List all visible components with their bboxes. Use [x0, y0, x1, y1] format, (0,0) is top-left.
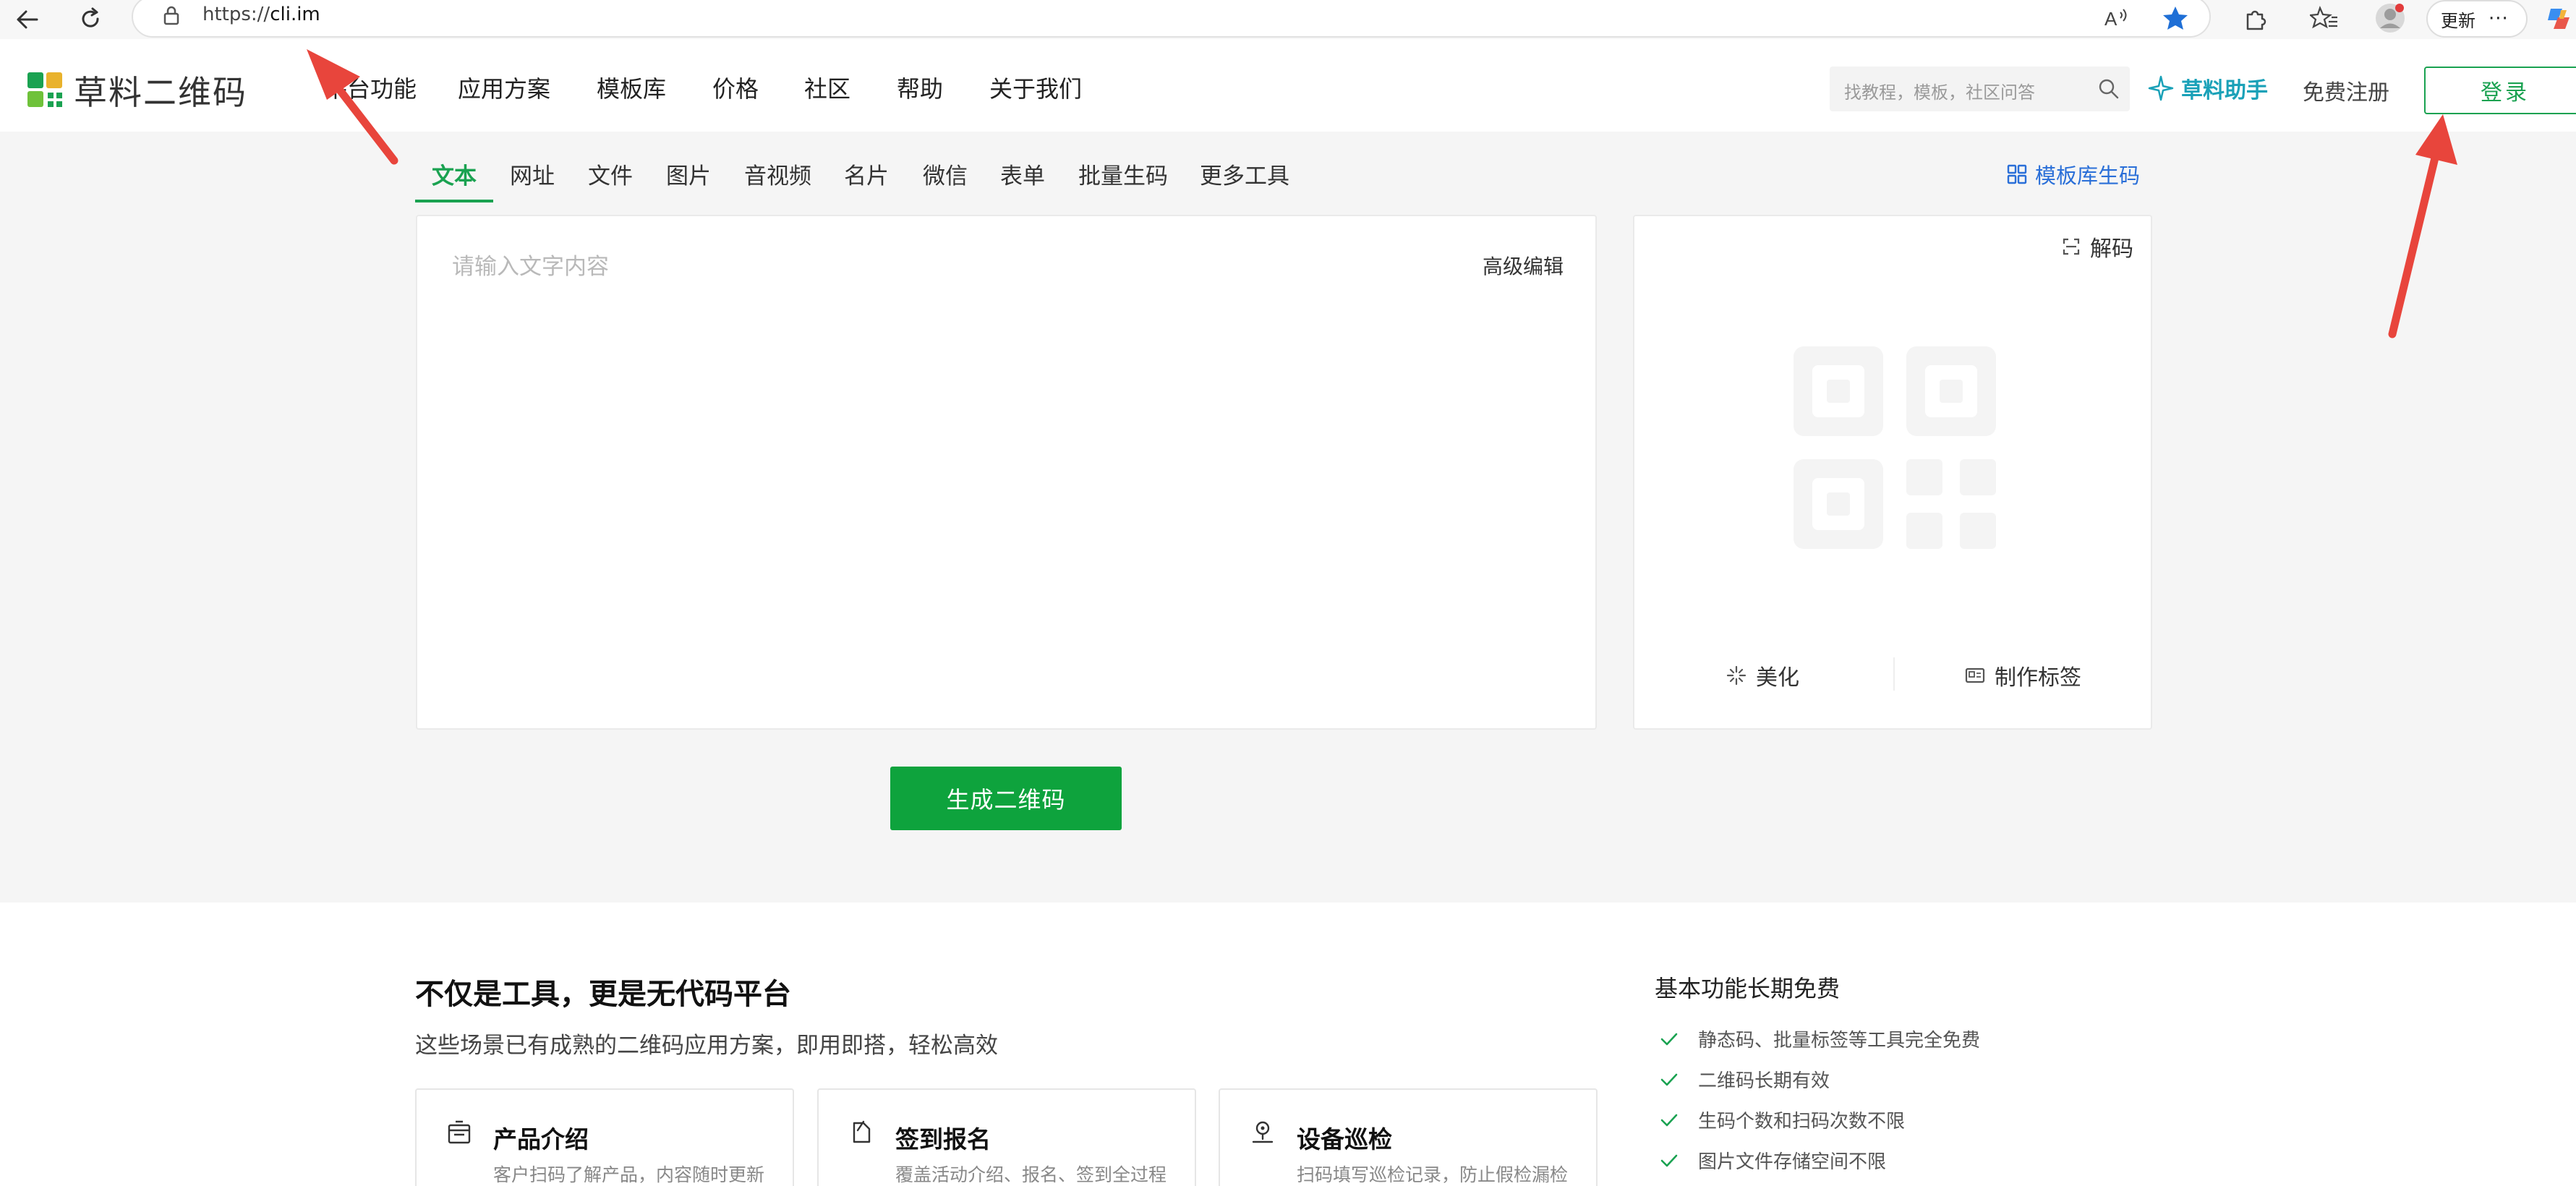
card-description: 客户扫码了解产品，内容随时更新 — [493, 1164, 765, 1185]
nav-platform-features[interactable]: 平台功能 — [324, 71, 417, 104]
tab-more-tools[interactable]: 更多工具 — [1200, 158, 1289, 190]
logo-grid-icon — [27, 72, 62, 107]
tab-url[interactable]: 网址 — [510, 158, 555, 190]
check-icon — [1660, 1033, 1678, 1045]
svg-text:A: A — [2104, 8, 2117, 30]
template-generate-link[interactable]: 模板库生码 — [2006, 159, 2140, 189]
action-divider — [1893, 657, 1895, 691]
refresh-icon[interactable] — [74, 4, 107, 33]
product-box-icon — [448, 1120, 471, 1144]
copilot-icon[interactable] — [2542, 1, 2576, 36]
card-title: 签到报名 — [895, 1125, 991, 1153]
register-link[interactable]: 免费注册 — [2303, 74, 2389, 106]
nav-pricing[interactable]: 价格 — [712, 71, 759, 104]
update-label: 更新 — [2441, 10, 2475, 31]
card-description: 扫码填写巡检记录，防止假检漏检 — [1297, 1164, 1569, 1185]
free-feature-item: 生码个数和扫码次数不限 — [1660, 1106, 1905, 1133]
assistant-spark-icon — [2148, 75, 2174, 101]
tab-audio-video[interactable]: 音视频 — [744, 158, 811, 190]
address-bar[interactable]: https://cli.im — [132, 0, 2211, 38]
lock-icon[interactable] — [162, 4, 181, 26]
search-icon[interactable] — [2098, 78, 2120, 100]
template-generate-label: 模板库生码 — [2035, 163, 2141, 188]
assistant-label: 草料助手 — [2181, 78, 2268, 103]
promo-title: 不仅是工具，更是无代码平台 — [415, 978, 791, 1011]
check-icon — [1660, 1114, 1678, 1126]
decode-button[interactable]: 解码 — [2061, 231, 2133, 263]
card-title: 产品介绍 — [493, 1125, 589, 1153]
tab-wechat[interactable]: 微信 — [923, 158, 968, 190]
editor-placeholder: 请输入文字内容 — [452, 254, 609, 280]
solution-card-product-intro[interactable]: 产品介绍 客户扫码了解产品，内容随时更新 — [415, 1088, 794, 1186]
document-edit-icon — [853, 1120, 871, 1143]
site-logo[interactable]: 草料二维码 — [26, 67, 247, 114]
site-search-input[interactable]: 找教程，模板，社区问答 — [1830, 67, 2130, 111]
card-title: 设备巡检 — [1297, 1125, 1392, 1153]
sparkle-icon — [1726, 665, 1747, 686]
search-placeholder: 找教程，模板，社区问答 — [1844, 82, 2035, 103]
promo-subtitle: 这些场景已有成熟的二维码应用方案，即用即搭，轻松高效 — [415, 1033, 998, 1059]
free-feature-text: 静态码、批量标签等工具完全免费 — [1698, 1030, 1981, 1051]
logo-text: 草料二维码 — [74, 73, 247, 112]
read-aloud-icon[interactable]: A — [2102, 4, 2133, 33]
tab-file[interactable]: 文件 — [588, 158, 633, 190]
label-tag-icon — [1965, 667, 1985, 683]
beautify-button[interactable]: 美化 — [1726, 660, 1799, 691]
free-feature-item: 图片文件存储空间不限 — [1660, 1147, 1886, 1174]
nav-template-library[interactable]: 模板库 — [597, 71, 666, 104]
make-label-label: 制作标签 — [1995, 665, 2081, 691]
scan-icon — [2063, 238, 2080, 255]
solution-card-inspection[interactable]: 设备巡检 扫码填写巡检记录，防止假检漏检 — [1219, 1088, 1598, 1186]
solution-card-check-in[interactable]: 签到报名 覆盖活动介绍、报名、签到全过程 — [817, 1088, 1196, 1186]
assistant-link[interactable]: 草料助手 — [2148, 72, 2268, 104]
free-features-title: 基本功能长期免费 — [1655, 975, 1841, 1002]
favorite-star-icon[interactable] — [2159, 3, 2192, 33]
free-feature-item: 二维码长期有效 — [1660, 1066, 1830, 1093]
qr-preview-panel: 解码 美化 制作标签 — [1633, 215, 2152, 730]
free-feature-text: 图片文件存储空间不限 — [1698, 1151, 1887, 1173]
tab-business-card[interactable]: 名片 — [844, 158, 889, 190]
free-feature-text: 生码个数和扫码次数不限 — [1698, 1111, 1906, 1132]
tab-image[interactable]: 图片 — [666, 158, 711, 190]
update-button[interactable]: 更新 ··· — [2426, 0, 2528, 38]
browser-toolbar: https://cli.im A 更新 ··· — [0, 0, 2576, 39]
active-tab-indicator — [415, 200, 493, 202]
url-text[interactable]: https://cli.im — [202, 1, 320, 27]
nav-solutions[interactable]: 应用方案 — [458, 71, 550, 104]
tab-form[interactable]: 表单 — [1000, 158, 1045, 190]
nav-about-us[interactable]: 关于我们 — [989, 71, 1082, 104]
advanced-edit-button[interactable]: 高级编辑 — [1483, 251, 1564, 280]
favorites-list-icon[interactable] — [2307, 3, 2342, 35]
beautify-label: 美化 — [1756, 665, 1799, 691]
card-description: 覆盖活动介绍、报名、签到全过程 — [895, 1164, 1167, 1185]
free-feature-text: 二维码长期有效 — [1698, 1070, 1830, 1092]
nav-community[interactable]: 社区 — [804, 71, 850, 104]
login-button[interactable]: 登录 — [2424, 67, 2576, 114]
extensions-icon[interactable] — [2238, 3, 2272, 35]
tab-batch-generate[interactable]: 批量生码 — [1078, 158, 1168, 190]
profile-avatar-icon[interactable] — [2372, 0, 2408, 36]
location-pin-icon — [1252, 1121, 1274, 1143]
free-feature-item: 静态码、批量标签等工具完全免费 — [1660, 1025, 1980, 1052]
decode-label: 解码 — [2090, 236, 2133, 262]
tab-text[interactable]: 文本 — [432, 158, 477, 190]
check-icon — [1660, 1073, 1678, 1085]
make-label-button[interactable]: 制作标签 — [1964, 660, 2081, 691]
template-grid-icon — [2007, 164, 2027, 184]
generate-qr-button[interactable]: 生成二维码 — [890, 767, 1122, 830]
qr-placeholder-icon — [1794, 346, 1996, 549]
nav-help[interactable]: 帮助 — [897, 71, 943, 104]
check-icon — [1660, 1154, 1678, 1166]
text-content-editor[interactable]: 请输入文字内容 高级编辑 — [416, 215, 1597, 730]
more-menu-icon[interactable]: ··· — [2488, 8, 2509, 30]
back-arrow-icon[interactable] — [10, 6, 43, 33]
